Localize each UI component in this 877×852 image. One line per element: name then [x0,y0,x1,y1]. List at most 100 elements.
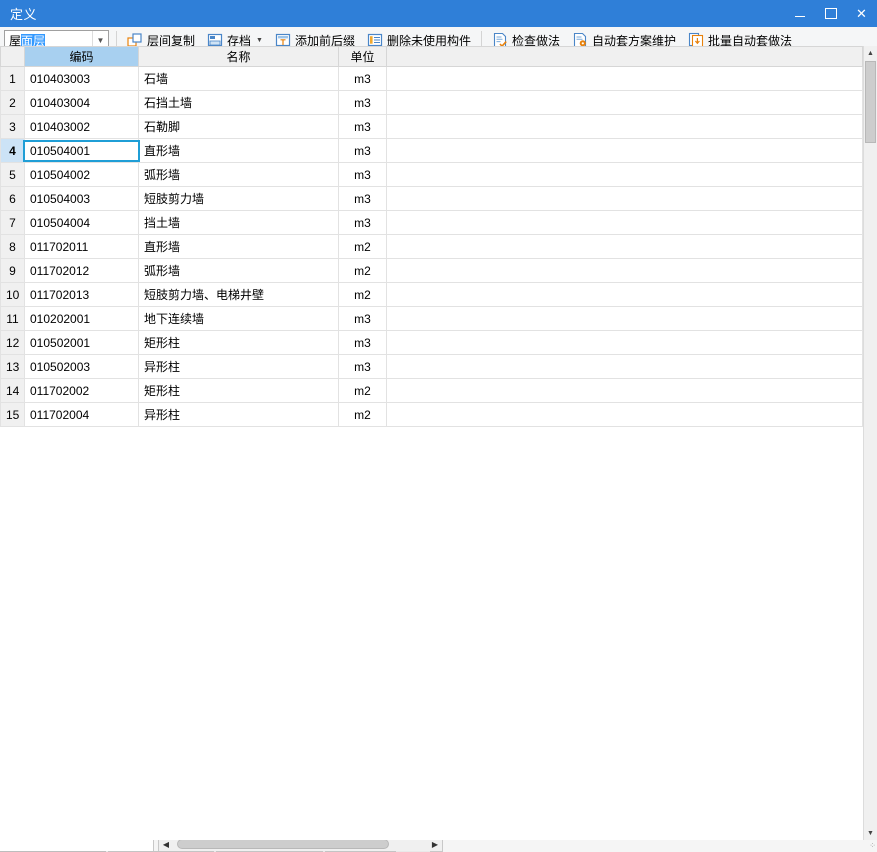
query-table-viewport: 编码 名称 单位 1 010403003 石墙 m3 2 010403004 石挡土墙 m3… [0,46,863,840]
row-unit[interactable]: m2 [338,258,387,283]
row-index: 6 [0,186,25,211]
row-index: 12 [0,330,25,355]
row-name[interactable]: 异形柱 [138,402,339,427]
row-unit[interactable]: m2 [338,234,387,259]
row-code[interactable]: 010504003 [24,186,139,211]
maximize-icon[interactable] [815,0,846,27]
row-name[interactable]: 矩形柱 [138,378,339,403]
table-row[interactable]: 6 010504003 短肢剪力墙 m3 [0,186,863,211]
row-extra [386,162,863,187]
row-extra [386,282,863,307]
row-name[interactable]: 弧形墙 [138,258,339,283]
row-unit[interactable]: m3 [338,306,387,331]
row-code[interactable]: 010502001 [24,330,139,355]
row-extra [386,402,863,427]
minimize-icon[interactable] [784,0,815,27]
row-extra [386,210,863,235]
row-unit[interactable]: m2 [338,378,387,403]
row-name[interactable]: 异形柱 [138,354,339,379]
table-row[interactable]: 12 010502001 矩形柱 m3 [0,330,863,355]
row-unit[interactable]: m3 [338,330,387,355]
title-bar: 定义 ✕ [0,0,877,27]
row-code-editing[interactable]: 010504001 [23,138,140,163]
row-name[interactable]: 弧形墙 [138,162,339,187]
row-index: 14 [0,378,25,403]
row-name[interactable]: 矩形柱 [138,330,339,355]
row-index: 13 [0,354,25,379]
window-controls: ✕ [784,0,877,27]
scroll-up-arrow[interactable]: ▲ [864,46,877,60]
row-extra [386,378,863,403]
table-row[interactable]: 15 011702004 异形柱 m2 [0,402,863,427]
col-unit[interactable]: 单位 [338,46,387,67]
row-name[interactable]: 石挡土墙 [138,90,339,115]
row-unit[interactable]: m3 [338,162,387,187]
row-name[interactable]: 石勒脚 [138,114,339,139]
row-name[interactable]: 地下连续墙 [138,306,339,331]
row-index: 2 [0,90,25,115]
close-icon[interactable]: ✕ [846,0,877,27]
table-row[interactable]: 9 011702012 弧形墙 m2 [0,258,863,283]
row-code[interactable]: 010202001 [24,306,139,331]
table-row[interactable]: 11 010202001 地下连续墙 m3 [0,306,863,331]
row-unit[interactable]: m2 [338,282,387,307]
table-row[interactable]: 8 011702011 直形墙 m2 [0,234,863,259]
table-row[interactable]: 2 010403004 石挡土墙 m3 [0,90,863,115]
row-code[interactable]: 010504002 [24,162,139,187]
row-unit[interactable]: m3 [338,186,387,211]
row-unit[interactable]: m3 [338,354,387,379]
row-code[interactable]: 011702004 [24,402,139,427]
row-index: 4 [0,138,25,163]
row-name[interactable]: 挡土墙 [138,210,339,235]
query-table-body: 1 010403003 石墙 m3 2 010403004 石挡土墙 m3 3 0104030… [0,66,863,427]
row-unit[interactable]: m3 [338,210,387,235]
col-extra [386,46,863,67]
scroll-thumb[interactable] [865,61,876,143]
row-code[interactable]: 010403002 [24,114,139,139]
query-table: 编码 名称 单位 1 010403003 石墙 m3 2 010403004 石挡土墙 m3… [0,46,863,427]
row-code[interactable]: 011702013 [24,282,139,307]
row-extra [386,138,863,163]
row-unit[interactable]: m3 [338,138,387,163]
row-code[interactable]: 010403003 [24,66,139,91]
row-unit[interactable]: m3 [338,66,387,91]
row-unit[interactable]: m2 [338,402,387,427]
cell-editor[interactable]: 010504001 [23,139,140,162]
row-code[interactable]: 011702012 [24,258,139,283]
row-index: 10 [0,282,25,307]
col-name[interactable]: 名称 [138,46,339,67]
table-row[interactable]: 13 010502003 异形柱 m3 [0,354,863,379]
row-name[interactable]: 短肢剪力墙 [138,186,339,211]
table-row[interactable]: 5 010504002 弧形墙 m3 [0,162,863,187]
row-code[interactable]: 011702011 [24,234,139,259]
scroll-thumb[interactable] [177,839,389,849]
row-name[interactable]: 石墙 [138,66,339,91]
row-extra [386,90,863,115]
row-extra [386,306,863,331]
row-code[interactable]: 010504004 [24,210,139,235]
chevron-down-icon[interactable]: ▼ [256,37,263,44]
table-row-selected[interactable]: 4 010504001 直形墙 m3 [0,138,863,163]
query-table-header-row: 编码 名称 单位 [0,46,863,67]
row-code[interactable]: 010403004 [24,90,139,115]
table-row[interactable]: 10 011702013 短肢剪力墙、电梯井壁 m2 [0,282,863,307]
row-extra [386,330,863,355]
definition-window: 定义 ✕ 屋面层 ▼ 层间复制 存档 ▼ 添加前后缀 删除未使用构件 检查做法 … [0,0,877,852]
row-name[interactable]: 直形墙 [138,234,339,259]
row-code[interactable]: 010502003 [24,354,139,379]
row-name[interactable]: 直形墙 [138,138,339,163]
row-extra [386,114,863,139]
row-index: 11 [0,306,25,331]
row-unit[interactable]: m3 [338,114,387,139]
table-row[interactable]: 3 010403002 石勒脚 m3 [0,114,863,139]
row-name[interactable]: 短肢剪力墙、电梯井壁 [138,282,339,307]
table-row[interactable]: 14 011702002 矩形柱 m2 [0,378,863,403]
scroll-down-arrow[interactable]: ▼ [864,826,877,840]
query-vertical-scrollbar[interactable]: ▲ ▼ [863,46,877,840]
col-code[interactable]: 编码 [24,46,139,67]
table-row[interactable]: 7 010504004 挡土墙 m3 [0,210,863,235]
row-unit[interactable]: m3 [338,90,387,115]
row-code[interactable]: 011702002 [24,378,139,403]
table-row[interactable]: 1 010403003 石墙 m3 [0,66,863,91]
resize-grip-icon[interactable]: ⁘ [864,840,876,852]
